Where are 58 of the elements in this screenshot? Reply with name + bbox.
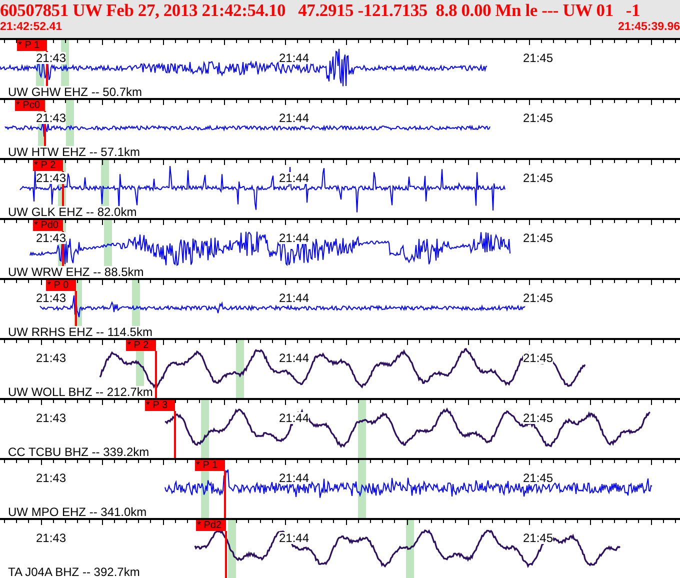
time-label: 21:43 [36, 472, 66, 484]
start-time: 21:42:52.41 [0, 20, 62, 34]
pick-line [155, 351, 157, 398]
pick-label[interactable]: * P 3 [145, 400, 175, 411]
station-label: UW WOLL BHZ -- 212.7km [8, 386, 153, 398]
station-label: UW WRW EHZ -- 88.5km [8, 266, 144, 278]
pick-window [228, 520, 236, 578]
time-label: 21:44 [279, 172, 310, 184]
pick-line [225, 531, 227, 578]
station-label: TA J04A BHZ -- 392.7km [8, 566, 140, 578]
station-label: UW GHW EHZ -- 50.7km [8, 86, 142, 98]
pick-window [358, 400, 366, 458]
time-label: 21:45 [523, 112, 554, 124]
time-label: 21:44 [279, 532, 310, 544]
time-label: 21:44 [279, 412, 310, 424]
event-title: 60507851 UW Feb 27, 2013 21:42:54.10 47.2915 -121.7135 8.8 0.00 Mn le --- UW 01 -1 [0, 0, 642, 20]
time-label: 21:44 [279, 112, 310, 124]
time-label: 21:43 [36, 112, 66, 124]
pick-label[interactable]: * Pc0 [15, 100, 45, 111]
pick-window [236, 340, 244, 398]
station-label: UW GLK EHZ -- 82.0km [8, 206, 137, 218]
pick-label[interactable]: * P 2 [126, 340, 156, 351]
pick-window [406, 520, 414, 578]
pick-label[interactable]: * Pd2 [196, 520, 226, 531]
time-label: 21:43 [36, 52, 66, 64]
time-label: 21:45 [523, 292, 554, 304]
time-label: 21:45 [523, 472, 554, 484]
time-label: 21:45 [523, 52, 554, 64]
time-label: 21:44 [279, 52, 310, 64]
time-label: 21:45 [523, 232, 554, 244]
time-label: 21:43 [36, 352, 66, 364]
time-label: 21:43 [36, 172, 66, 184]
time-label: 21:43 [36, 412, 66, 424]
station-label: UW RRHS EHZ -- 114.5km [8, 326, 152, 338]
time-label: 21:44 [279, 472, 310, 484]
time-label: 21:45 [523, 172, 554, 184]
time-label: 21:43 [36, 532, 66, 544]
pick-label[interactable]: * P 1 [17, 40, 47, 51]
pick-line [174, 411, 176, 458]
pick-label[interactable]: * Pd0 [33, 220, 63, 231]
pick-label[interactable]: * P 0 [46, 280, 76, 291]
pick-window [201, 400, 209, 458]
pick-label[interactable]: * P 1 [195, 460, 225, 471]
time-label: 21:43 [36, 232, 66, 244]
station-label: UW HTW EHZ -- 57.1km [8, 146, 140, 158]
time-label: 21:45 [523, 352, 554, 364]
pick-label[interactable]: * P 2 [33, 160, 63, 171]
pick-window [358, 460, 366, 518]
end-time: 21:45:39.96 [618, 20, 680, 34]
pick-line [224, 471, 226, 518]
station-label: UW MPO EHZ -- 341.0km [8, 506, 147, 518]
time-label: 21:44 [279, 292, 310, 304]
time-label: 21:43 [36, 292, 66, 304]
time-label: 21:44 [279, 352, 310, 364]
time-label: 21:45 [523, 412, 554, 424]
time-label: 21:44 [279, 232, 310, 244]
time-label: 21:45 [523, 532, 554, 544]
station-label: CC TCBU BHZ -- 339.2km [8, 446, 150, 458]
